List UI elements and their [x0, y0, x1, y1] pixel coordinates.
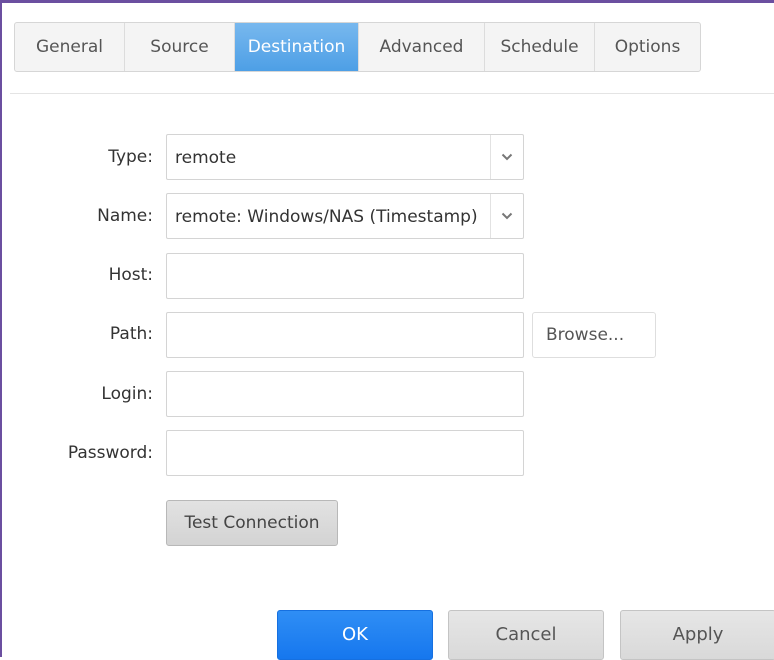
- tab-general[interactable]: General: [15, 23, 125, 71]
- dialog-frame: General Source Destination Advanced Sche…: [0, 0, 774, 660]
- host-input[interactable]: [166, 253, 524, 299]
- chevron-down-icon: [490, 135, 523, 179]
- tab-destination[interactable]: Destination: [235, 23, 359, 71]
- name-select[interactable]: remote: Windows/NAS (Timestamp): [166, 193, 524, 239]
- tab-divider: [10, 93, 774, 94]
- ok-button[interactable]: OK: [277, 610, 433, 660]
- tab-bar: General Source Destination Advanced Sche…: [14, 22, 701, 72]
- tab-schedule[interactable]: Schedule: [485, 23, 595, 71]
- type-label: Type:: [108, 147, 153, 167]
- path-label: Path:: [109, 324, 153, 344]
- tab-source[interactable]: Source: [125, 23, 235, 71]
- login-label: Login:: [101, 384, 153, 404]
- browse-button[interactable]: Browse...: [532, 312, 656, 358]
- cancel-button[interactable]: Cancel: [448, 610, 604, 660]
- host-label: Host:: [108, 265, 153, 285]
- type-select[interactable]: remote: [166, 134, 524, 180]
- test-connection-button[interactable]: Test Connection: [166, 500, 338, 546]
- type-select-value: remote: [175, 148, 237, 168]
- password-input[interactable]: [166, 430, 524, 476]
- path-input[interactable]: [166, 312, 524, 358]
- login-input[interactable]: [166, 371, 524, 417]
- name-select-value: remote: Windows/NAS (Timestamp): [175, 207, 478, 227]
- chevron-down-icon: [490, 194, 523, 238]
- name-label: Name:: [97, 206, 153, 226]
- password-label: Password:: [67, 443, 153, 463]
- tab-options[interactable]: Options: [595, 23, 700, 71]
- apply-button[interactable]: Apply: [620, 610, 774, 660]
- tab-advanced[interactable]: Advanced: [359, 23, 485, 71]
